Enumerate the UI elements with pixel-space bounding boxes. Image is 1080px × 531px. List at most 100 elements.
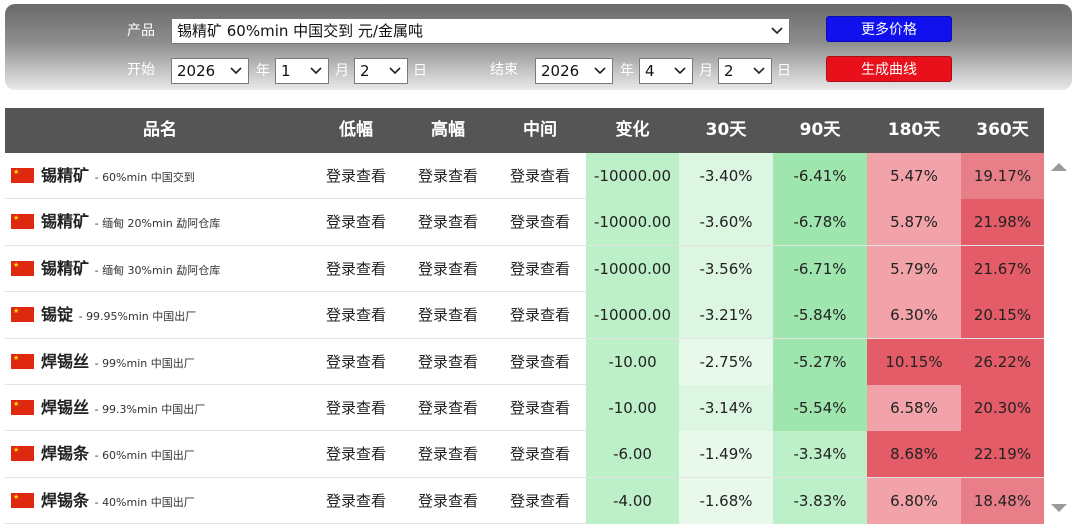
mid-price-cell[interactable]: 登录查看 — [494, 339, 586, 385]
start-day-value: 2 — [360, 62, 370, 80]
china-flag-icon: ★ — [11, 446, 34, 462]
table-row[interactable]: ★ 锡锭 - 99.95%min 中国出厂 登录查看 登录查看 登录查看 -10000.0… — [5, 292, 1044, 339]
mid-price-cell[interactable]: 登录查看 — [494, 431, 586, 477]
change-180d-cell: 6.30% — [867, 292, 961, 339]
change-30d-cell: -3.40% — [679, 153, 773, 199]
low-price-cell[interactable]: 登录查看 — [310, 246, 402, 292]
change-180d-cell: 5.79% — [867, 245, 961, 292]
product-name-cell[interactable]: ★ 焊锡条 - 60%min 中国出厂 — [5, 431, 315, 477]
low-price-cell[interactable]: 登录查看 — [310, 199, 402, 245]
product-label: 产品 — [127, 23, 155, 39]
change-90d-cell: -5.84% — [773, 292, 867, 339]
table-row[interactable]: ★ 锡精矿 - 缅甸 20%min 勐阿仓库 登录查看 登录查看 登录查看 -10000.… — [5, 199, 1044, 246]
product-name-cell[interactable]: ★ 锡锭 - 99.95%min 中国出厂 — [5, 292, 315, 338]
column-header-change[interactable]: 变化 — [586, 108, 679, 153]
low-price-cell[interactable]: 登录查看 — [310, 385, 402, 431]
start-day-select[interactable]: 2 — [354, 58, 408, 84]
product-title: 锡精矿 — [41, 212, 90, 232]
product-spec-text: 60%min 中国交到 — [102, 171, 195, 184]
product-spec: - 缅甸 30%min 勐阿仓库 — [94, 263, 221, 277]
low-price-cell[interactable]: 登录查看 — [310, 339, 402, 385]
change-cell: -10000.00 — [586, 153, 679, 199]
change-cell: -10000.00 — [586, 292, 679, 339]
end-day-select[interactable]: 2 — [718, 58, 772, 84]
mid-price-cell[interactable]: 登录查看 — [494, 292, 586, 338]
product-spec-text: 缅甸 20%min 勐阿仓库 — [102, 217, 221, 231]
mid-price-cell[interactable]: 登录查看 — [494, 153, 586, 199]
product-name-cell[interactable]: ★ 锡精矿 - 60%min 中国交到 — [5, 153, 315, 199]
low-price-cell[interactable]: 登录查看 — [310, 292, 402, 338]
start-year-select[interactable]: 2026 — [171, 58, 249, 84]
low-price-cell[interactable]: 登录查看 — [310, 478, 402, 524]
change-30d-cell: -3.14% — [679, 385, 773, 431]
mid-price-cell[interactable]: 登录查看 — [494, 478, 586, 524]
mid-price-cell[interactable]: 登录查看 — [494, 199, 586, 245]
product-spec: - 60%min 中国出厂 — [94, 449, 195, 463]
change-180d-cell: 8.68% — [867, 431, 961, 478]
start-month-select[interactable]: 1 — [275, 58, 329, 84]
product-name: 焊锡丝 - 99.3%min 中国出厂 — [41, 385, 205, 433]
product-name-cell[interactable]: ★ 焊锡丝 - 99%min 中国出厂 — [5, 339, 315, 385]
high-price-cell[interactable]: 登录查看 — [402, 199, 494, 245]
change-360d-cell: 21.67% — [961, 245, 1044, 292]
column-header-180d[interactable]: 180天 — [867, 108, 961, 153]
scroll-up-arrow-icon[interactable] — [1050, 161, 1068, 173]
chevron-down-icon — [230, 67, 242, 75]
product-name-cell[interactable]: ★ 焊锡丝 - 99.3%min 中国出厂 — [5, 385, 315, 431]
product-name: 焊锡丝 - 99%min 中国出厂 — [41, 339, 195, 387]
generate-curve-button[interactable]: 生成曲线 — [826, 56, 952, 82]
scroll-down-arrow-icon[interactable] — [1050, 502, 1068, 514]
high-price-cell[interactable]: 登录查看 — [402, 246, 494, 292]
end-year-select[interactable]: 2026 — [535, 58, 613, 84]
column-header-90d[interactable]: 90天 — [773, 108, 867, 153]
table-row[interactable]: ★ 锡精矿 - 缅甸 30%min 勐阿仓库 登录查看 登录查看 登录查看 -10000.… — [5, 245, 1044, 293]
china-flag-icon: ★ — [11, 168, 34, 183]
product-select[interactable]: 锡精矿 60%min 中国交到 元/金属吨 — [171, 18, 790, 44]
high-price-cell[interactable]: 登录查看 — [402, 385, 494, 431]
high-price-cell[interactable]: 登录查看 — [402, 431, 494, 477]
product-name-cell[interactable]: ★ 锡精矿 - 缅甸 20%min 勐阿仓库 — [5, 199, 315, 245]
table-row[interactable]: ★ 锡精矿 - 60%min 中国交到 登录查看 登录查看 登录查看 -10000.00-… — [5, 153, 1044, 200]
mid-price-cell[interactable]: 登录查看 — [494, 246, 586, 292]
change-30d-cell: -2.75% — [679, 338, 773, 385]
product-title: 焊锡丝 — [41, 398, 90, 417]
column-header-360d[interactable]: 360天 — [961, 108, 1044, 153]
table-row[interactable]: ★ 焊锡条 - 60%min 中国出厂 登录查看 登录查看 登录查看 -6.00 -1.49… — [5, 431, 1044, 478]
end-month-select[interactable]: 4 — [639, 58, 693, 84]
product-spec-text: 99%min 中国出厂 — [102, 356, 195, 370]
column-header-30d[interactable]: 30天 — [679, 108, 773, 153]
column-header-high[interactable]: 高幅 — [402, 108, 494, 153]
column-header-low[interactable]: 低幅 — [310, 108, 402, 153]
product-spec: - 40%min 中国出厂 — [94, 495, 195, 509]
low-price-cell[interactable]: 登录查看 — [310, 153, 402, 199]
low-price-cell[interactable]: 登录查看 — [310, 431, 402, 477]
product-name: 焊锡条 - 60%min 中国出厂 — [41, 431, 195, 479]
table-row[interactable]: ★ 焊锡丝 - 99%min 中国出厂 登录查看 登录查看 登录查看 -10.00 -2.7… — [5, 338, 1044, 385]
high-price-cell[interactable]: 登录查看 — [402, 292, 494, 338]
product-name-cell[interactable]: ★ 焊锡条 - 40%min 中国出厂 — [5, 478, 315, 524]
product-title: 锡精矿 — [41, 166, 90, 185]
table-row[interactable]: ★ 焊锡条 - 40%min 中国出厂 登录查看 登录查看 登录查看 -4.00 -1.68… — [5, 477, 1044, 525]
change-cell: -10.00 — [586, 385, 679, 431]
change-180d-cell: 6.80% — [867, 477, 961, 524]
flag-star: ★ — [13, 446, 20, 455]
table-row[interactable]: ★ 焊锡丝 - 99.3%min 中国出厂 登录查看 登录查看 登录查看 -10.00 -3… — [5, 385, 1044, 432]
change-180d-cell: 6.58% — [867, 385, 961, 431]
change-360d-cell: 19.17% — [961, 153, 1044, 199]
more-prices-button[interactable]: 更多价格 — [826, 16, 952, 42]
flag-star: ★ — [13, 353, 20, 362]
high-price-cell[interactable]: 登录查看 — [402, 478, 494, 524]
change-360d-cell: 20.15% — [961, 292, 1044, 339]
high-price-cell[interactable]: 登录查看 — [402, 339, 494, 385]
start-month-unit: 月 — [335, 63, 349, 79]
change-cell: -6.00 — [586, 431, 679, 478]
column-header-mid[interactable]: 中间 — [494, 108, 586, 153]
product-name-cell[interactable]: ★ 锡精矿 - 缅甸 30%min 勐阿仓库 — [5, 246, 315, 292]
column-header-name[interactable]: 品名 — [5, 108, 315, 153]
change-90d-cell: -3.34% — [773, 431, 867, 478]
change-180d-cell: 5.47% — [867, 153, 961, 199]
change-360d-cell: 18.48% — [961, 477, 1044, 524]
mid-price-cell[interactable]: 登录查看 — [494, 385, 586, 431]
high-price-cell[interactable]: 登录查看 — [402, 153, 494, 199]
china-flag-icon: ★ — [11, 492, 34, 508]
